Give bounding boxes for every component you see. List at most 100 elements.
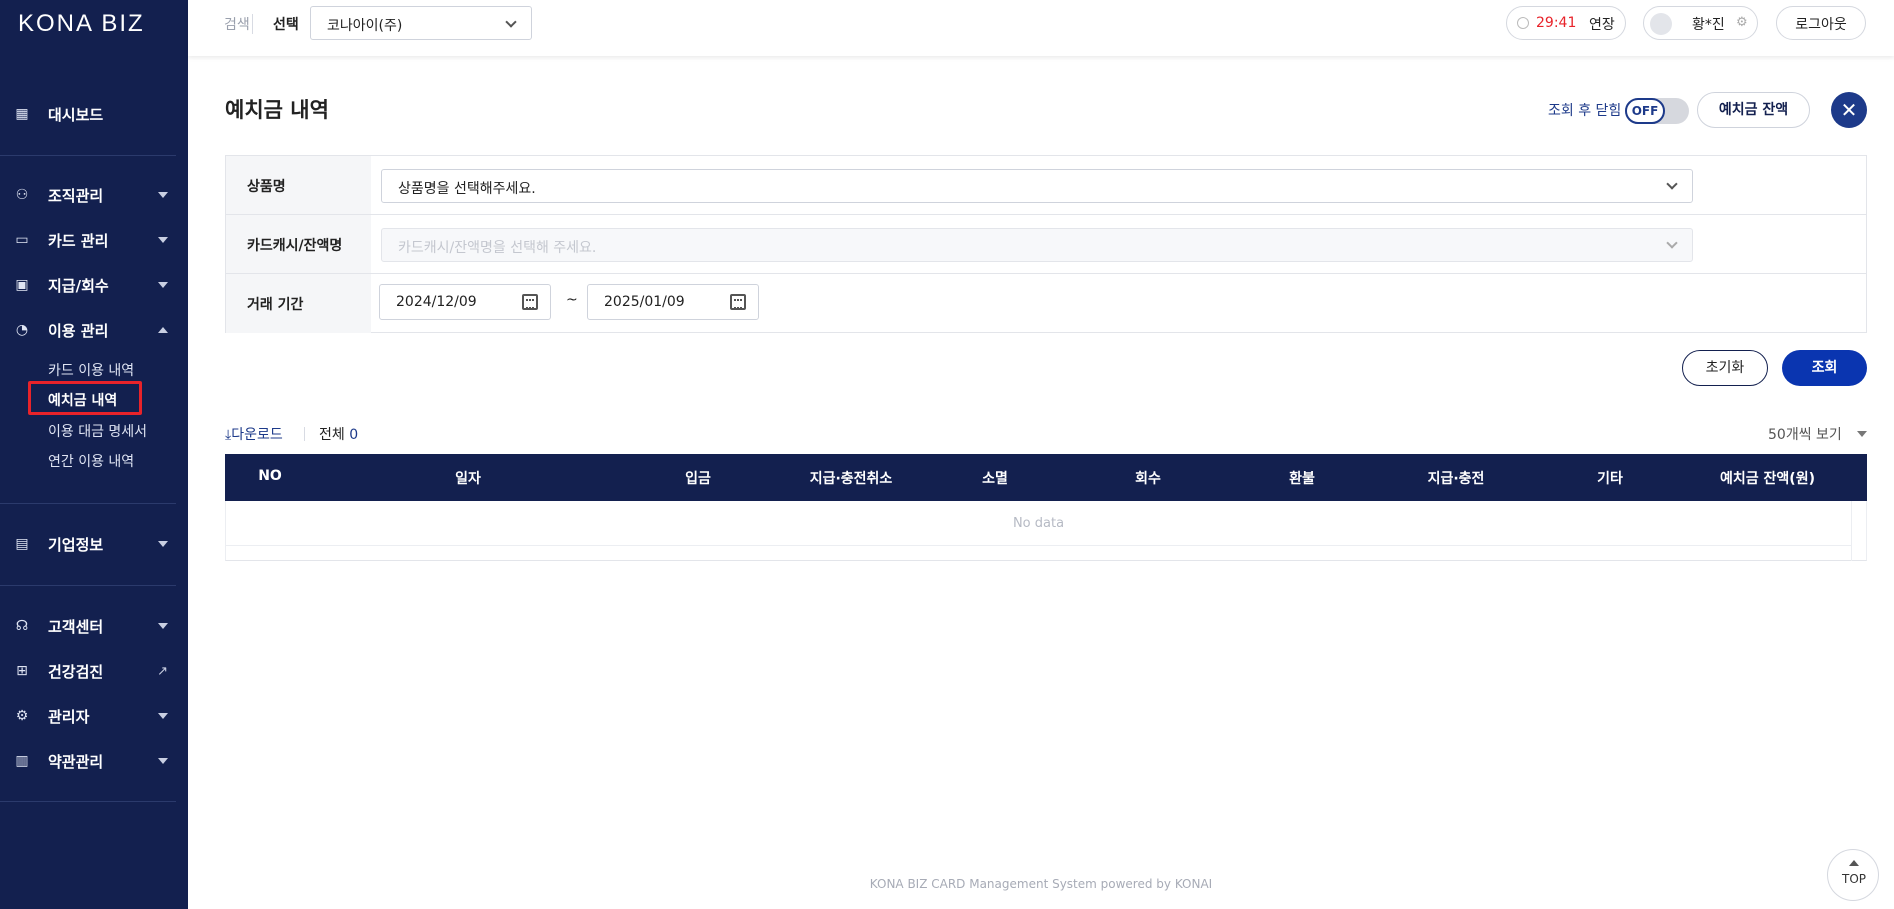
sidebar-item-label: 기업정보 — [48, 535, 104, 554]
payment-icon: ▣ — [15, 277, 29, 293]
column-header: 일자 — [455, 471, 481, 487]
cardcash-select[interactable]: 카드캐시/잔액명을 선택해 주세요. — [381, 228, 1693, 262]
app-logo[interactable]: KONA BIZ — [18, 10, 145, 38]
sidebar-item-card[interactable]: ▭ 카드 관리 — [0, 220, 188, 260]
column-header: 환불 — [1289, 471, 1315, 487]
column-header: 지급·충전취소 — [809, 471, 893, 487]
filter-row-cardcash: 카드캐시/잔액명 카드캐시/잔액명을 선택해 주세요. — [226, 215, 1866, 274]
user-menu[interactable]: 황*진 ⚙ — [1643, 6, 1758, 40]
sidebar-item-health-checkup[interactable]: ⊞ 건강검진 ↗ — [0, 651, 188, 691]
sidebar-item-label: 고객센터 — [48, 617, 104, 636]
column-header: 회수 — [1135, 471, 1161, 487]
empty-state: No data — [1012, 516, 1065, 531]
sidebar-item-terms[interactable]: ▥ 약관관리 — [0, 741, 188, 781]
page-size-select[interactable]: 50개씩 보기 — [1768, 424, 1842, 444]
sidebar-item-label: 지급/회수 — [48, 276, 109, 295]
reset-button[interactable]: 초기화 — [1682, 350, 1768, 386]
sidebar-divider — [0, 585, 176, 586]
sidebar-item-usage[interactable]: ◔ 이용 관리 — [0, 310, 188, 350]
sidebar-item-organization[interactable]: ⚇ 조직관리 — [0, 175, 188, 215]
search-filter: 상품명 상품명을 선택해주세요. 카드캐시/잔액명 카드캐시/잔액명을 선택해 … — [225, 155, 1867, 333]
product-select[interactable]: 상품명을 선택해주세요. — [381, 169, 1693, 203]
search-button[interactable]: 조회 — [1782, 350, 1867, 386]
company-select[interactable]: 코나아이(주) — [310, 6, 532, 40]
sidebar: KONA BIZ ▦ 대시보드 ⚇ 조직관리 ▭ 카드 관리 ▣ 지급/회수 ◔… — [0, 0, 188, 909]
sidebar-divider — [0, 155, 176, 156]
active-highlight-box — [28, 381, 142, 415]
product-select-placeholder: 상품명을 선택해주세요. — [398, 181, 536, 197]
top-bar: 검색 선택 코나아이(주) 29:41 연장 황*진 ⚙ 로그아웃 — [188, 0, 1894, 56]
chevron-down-icon — [158, 192, 168, 198]
column-header: 소멸 — [982, 471, 1008, 487]
footer-text: KONA BIZ CARD Management System powered … — [869, 877, 1213, 891]
product-label: 상품명 — [247, 179, 286, 195]
end-date-field[interactable]: 2025/01/09 — [587, 284, 759, 320]
scroll-top-button[interactable]: TOP — [1827, 849, 1879, 901]
arrow-up-icon — [1849, 860, 1859, 866]
medical-kit-icon: ⊞ — [16, 663, 28, 679]
sidebar-divider — [0, 801, 176, 802]
admin-icon: ⚙ — [15, 708, 29, 724]
headset-icon: ☊ — [15, 618, 29, 634]
filter-label-cell: 상품명 — [226, 156, 371, 214]
total-count-value: 0 — [349, 427, 359, 443]
download-button[interactable]: ⤓다운로드 — [225, 424, 283, 444]
toggle-state: OFF — [1625, 98, 1665, 124]
deposit-balance-button[interactable]: 예치금 잔액 — [1697, 92, 1810, 128]
column-header: 지급·충전 — [1427, 471, 1485, 487]
sidebar-item-label: 약관관리 — [48, 752, 104, 771]
calendar-icon[interactable] — [730, 294, 746, 310]
sidebar-item-label: 카드 관리 — [48, 231, 109, 250]
download-label: 다운로드 — [231, 427, 283, 443]
chevron-down-icon — [158, 282, 168, 288]
column-header: 입금 — [685, 471, 711, 487]
scroll-top-label: TOP — [1841, 872, 1866, 886]
chevron-down-icon — [158, 541, 168, 547]
column-header: NO — [258, 468, 282, 484]
logout-button[interactable]: 로그아웃 — [1776, 6, 1866, 40]
sidebar-item-admin[interactable]: ⚙ 관리자 — [0, 696, 188, 736]
chevron-down-icon — [158, 237, 168, 243]
sidebar-item-customer-center[interactable]: ☊ 고객센터 — [0, 606, 188, 646]
chevron-down-icon — [158, 713, 168, 719]
extend-session-button[interactable]: 연장 — [1589, 14, 1615, 34]
calendar-icon[interactable] — [522, 294, 538, 310]
card-icon: ▭ — [15, 232, 29, 248]
filter-label-cell: 거래 기간 — [226, 274, 371, 333]
usage-chart-icon: ◔ — [15, 322, 29, 338]
gear-icon[interactable]: ⚙ — [1736, 15, 1748, 30]
session-timer-value: 29:41 — [1536, 15, 1577, 31]
sidebar-sub-annual-usage[interactable]: 연간 이용 내역 — [48, 451, 134, 471]
sidebar-item-label: 조직관리 — [48, 186, 104, 205]
start-date-field[interactable]: 2024/12/09 — [379, 284, 551, 320]
filter-row-period: 거래 기간 2024/12/09 ~ 2025/01/09 — [226, 274, 1866, 333]
page-title: 예치금 내역 — [225, 98, 329, 122]
sidebar-item-payment[interactable]: ▣ 지급/회수 — [0, 265, 188, 305]
sidebar-sub-billing-statement[interactable]: 이용 대금 명세서 — [48, 421, 147, 441]
logout-label: 로그아웃 — [1795, 17, 1847, 33]
building-icon: ▤ — [15, 536, 29, 552]
close-icon[interactable]: ✕ — [1831, 92, 1867, 128]
sidebar-item-label: 건강검진 — [48, 662, 104, 681]
scrollbar-track[interactable] — [1851, 501, 1852, 561]
chevron-down-icon — [158, 758, 168, 764]
close-after-query-toggle[interactable]: OFF — [1625, 98, 1689, 124]
sidebar-sub-card-usage[interactable]: 카드 이용 내역 — [48, 360, 134, 380]
search-label[interactable]: 검색 — [224, 14, 250, 34]
cardcash-label: 카드캐시/잔액명 — [247, 238, 343, 254]
period-label: 거래 기간 — [247, 297, 304, 313]
clock-icon — [1517, 17, 1529, 29]
company-select-value: 코나아이(주) — [327, 18, 403, 34]
column-header: 예치금 잔액(원) — [1720, 471, 1815, 487]
sidebar-item-company-info[interactable]: ▤ 기업정보 — [0, 524, 188, 564]
chevron-down-icon — [505, 16, 517, 28]
document-icon: ▥ — [15, 753, 29, 769]
date-range-separator: ~ — [566, 292, 578, 308]
organization-icon: ⚇ — [15, 187, 29, 203]
table-header: NO 일자 입금 지급·충전취소 소멸 회수 환불 지급·충전 기타 예치금 잔… — [225, 454, 1867, 501]
sidebar-item-dashboard[interactable]: ▦ 대시보드 — [0, 94, 188, 134]
divider — [304, 427, 305, 441]
column-header: 기타 — [1597, 471, 1623, 487]
row-divider — [226, 545, 1851, 546]
table-body: No data — [225, 501, 1867, 561]
